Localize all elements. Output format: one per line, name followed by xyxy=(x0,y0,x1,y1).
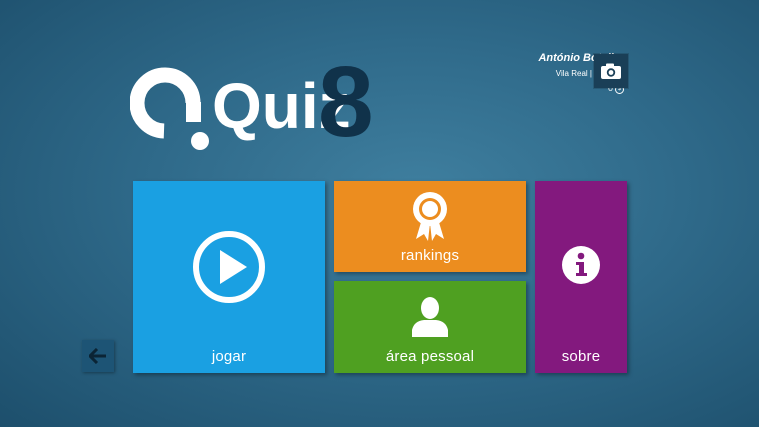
play-tile[interactable]: jogar xyxy=(133,181,325,373)
play-icon xyxy=(133,229,325,305)
rankings-tile[interactable]: rankings xyxy=(334,181,526,272)
about-tile[interactable]: sobre xyxy=(535,181,627,373)
back-button[interactable] xyxy=(82,340,114,372)
personal-area-label: área pessoal xyxy=(385,348,475,365)
quiz8-logo: Quiz 8 xyxy=(129,46,390,158)
info-icon xyxy=(535,245,627,285)
camera-button[interactable] xyxy=(594,54,628,88)
about-label: sobre xyxy=(561,348,601,365)
arrow-left-icon xyxy=(89,348,106,364)
personal-area-tile[interactable]: área pessoal xyxy=(334,281,526,373)
rankings-label: rankings xyxy=(400,247,460,264)
logo-number: 8 xyxy=(318,50,374,155)
camera-icon xyxy=(601,63,621,79)
award-ribbon-icon xyxy=(334,189,526,241)
user-silhouette-icon xyxy=(334,295,526,337)
play-label: jogar xyxy=(211,348,247,365)
